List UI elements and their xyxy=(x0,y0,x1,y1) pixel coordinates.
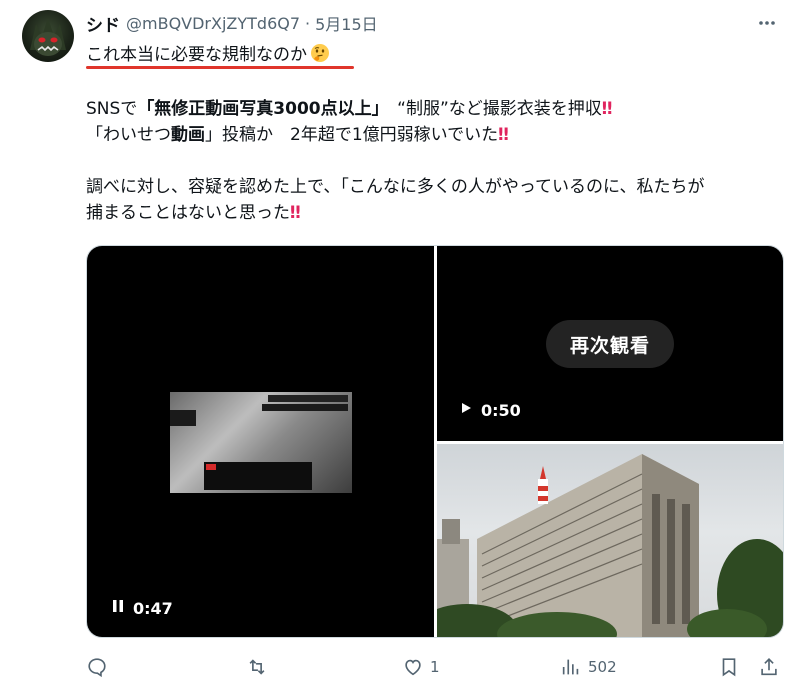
tweet-date[interactable]: 5月15日 xyxy=(315,11,378,35)
double-exclamation-icon: ‼ xyxy=(601,99,613,119)
separator: · xyxy=(305,13,311,33)
heart-icon xyxy=(405,659,421,676)
like-button[interactable]: 1 xyxy=(402,652,440,682)
video-player-left[interactable]: 0:47 xyxy=(87,246,434,637)
bookmark-icon xyxy=(722,658,736,677)
double-exclamation-icon: ‼ xyxy=(290,203,301,223)
building-photo[interactable] xyxy=(437,444,783,637)
display-name[interactable]: シド xyxy=(86,11,120,36)
thinking-face-icon xyxy=(310,43,330,63)
retweet-icon xyxy=(249,659,265,675)
tweet-header: シド @mBQVDrXjZYTd6Q7 · 5月15日 xyxy=(86,10,780,36)
bookmark-button[interactable] xyxy=(718,652,740,682)
user-handle[interactable]: @mBQVDrXjZYTd6Q7 xyxy=(126,14,300,33)
replay-label: 再次観看 xyxy=(569,334,650,357)
tweet-headline: これ本当に必要な規制なのか xyxy=(86,40,330,65)
retweet-button[interactable] xyxy=(246,652,274,682)
double-exclamation-icon: ‼ xyxy=(498,125,509,145)
replay-button[interactable]: 再次観看 xyxy=(546,320,674,368)
news-video-thumbnail xyxy=(170,392,352,493)
pause-icon[interactable] xyxy=(111,598,125,618)
video-time-right: 0:50 xyxy=(481,400,521,420)
share-button[interactable] xyxy=(758,652,780,682)
views-icon xyxy=(562,659,579,675)
headline-text: これ本当に必要な規制なのか xyxy=(86,45,307,65)
reply-icon xyxy=(88,658,106,678)
avatar[interactable] xyxy=(22,10,74,62)
headline-underline xyxy=(86,66,354,69)
tweet-body: SNSで「無修正動画写真3000点以上」 “制服”など撮影衣装を押収‼ 「わいせ… xyxy=(86,96,786,226)
body-line: 捕まることはないと思った‼ xyxy=(86,203,301,223)
reply-button[interactable] xyxy=(86,652,114,682)
body-line: 「わいせつ動画」投稿か 2年超で1億円弱稼いでいた‼ xyxy=(86,125,509,145)
share-icon xyxy=(761,658,777,676)
video-player-right[interactable]: 再次観看 0:50 xyxy=(437,246,783,441)
video-time-left: 0:47 xyxy=(133,598,173,618)
views-count: 502 xyxy=(588,658,617,676)
views-button[interactable]: 502 xyxy=(560,652,617,682)
media-grid: 0:47 再次観看 0:50 xyxy=(86,245,784,638)
action-bar: 1 502 xyxy=(86,652,786,682)
more-options-icon[interactable] xyxy=(754,10,780,36)
play-icon[interactable] xyxy=(459,400,473,420)
body-line: 調べに対し、容疑を認めた上で、「こんなに多くの人がやっているのに、私たちが xyxy=(86,177,705,197)
body-line: SNSで「無修正動画写真3000点以上」 “制服”など撮影衣装を押収‼ xyxy=(86,99,613,119)
like-count: 1 xyxy=(430,658,440,676)
